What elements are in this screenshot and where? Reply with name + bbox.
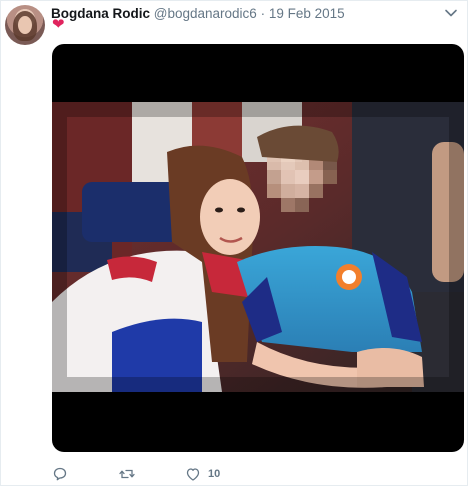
tweet-media[interactable] (52, 44, 464, 452)
author-name[interactable]: Bogdana Rodic (51, 6, 150, 21)
reply-icon (53, 467, 67, 481)
like-button[interactable]: 10 (185, 465, 220, 483)
photo-illustration (52, 102, 464, 392)
like-count: 10 (208, 468, 221, 480)
avatar-face (18, 16, 32, 34)
tweet-text: ❤ (52, 16, 65, 33)
tweet-actions: 10 (52, 465, 352, 483)
tweet-date[interactable]: 19 Feb 2015 (269, 6, 345, 21)
retweet-button[interactable] (119, 465, 135, 483)
tweet-card[interactable]: Bogdana Rodic @bogdanarodic6 · 19 Feb 20… (0, 0, 468, 486)
avatar[interactable] (5, 5, 45, 45)
chevron-down-icon[interactable] (443, 5, 459, 21)
tweet-header: Bogdana Rodic @bogdanarodic6 · 19 Feb 20… (51, 5, 345, 22)
reply-button[interactable] (52, 465, 68, 483)
author-handle[interactable]: @bogdanarodic6 (154, 6, 257, 21)
like-icon (186, 468, 200, 481)
header-separator: · (260, 6, 266, 21)
retweet-icon (119, 469, 135, 479)
photo-selfie[interactable] (52, 102, 464, 392)
